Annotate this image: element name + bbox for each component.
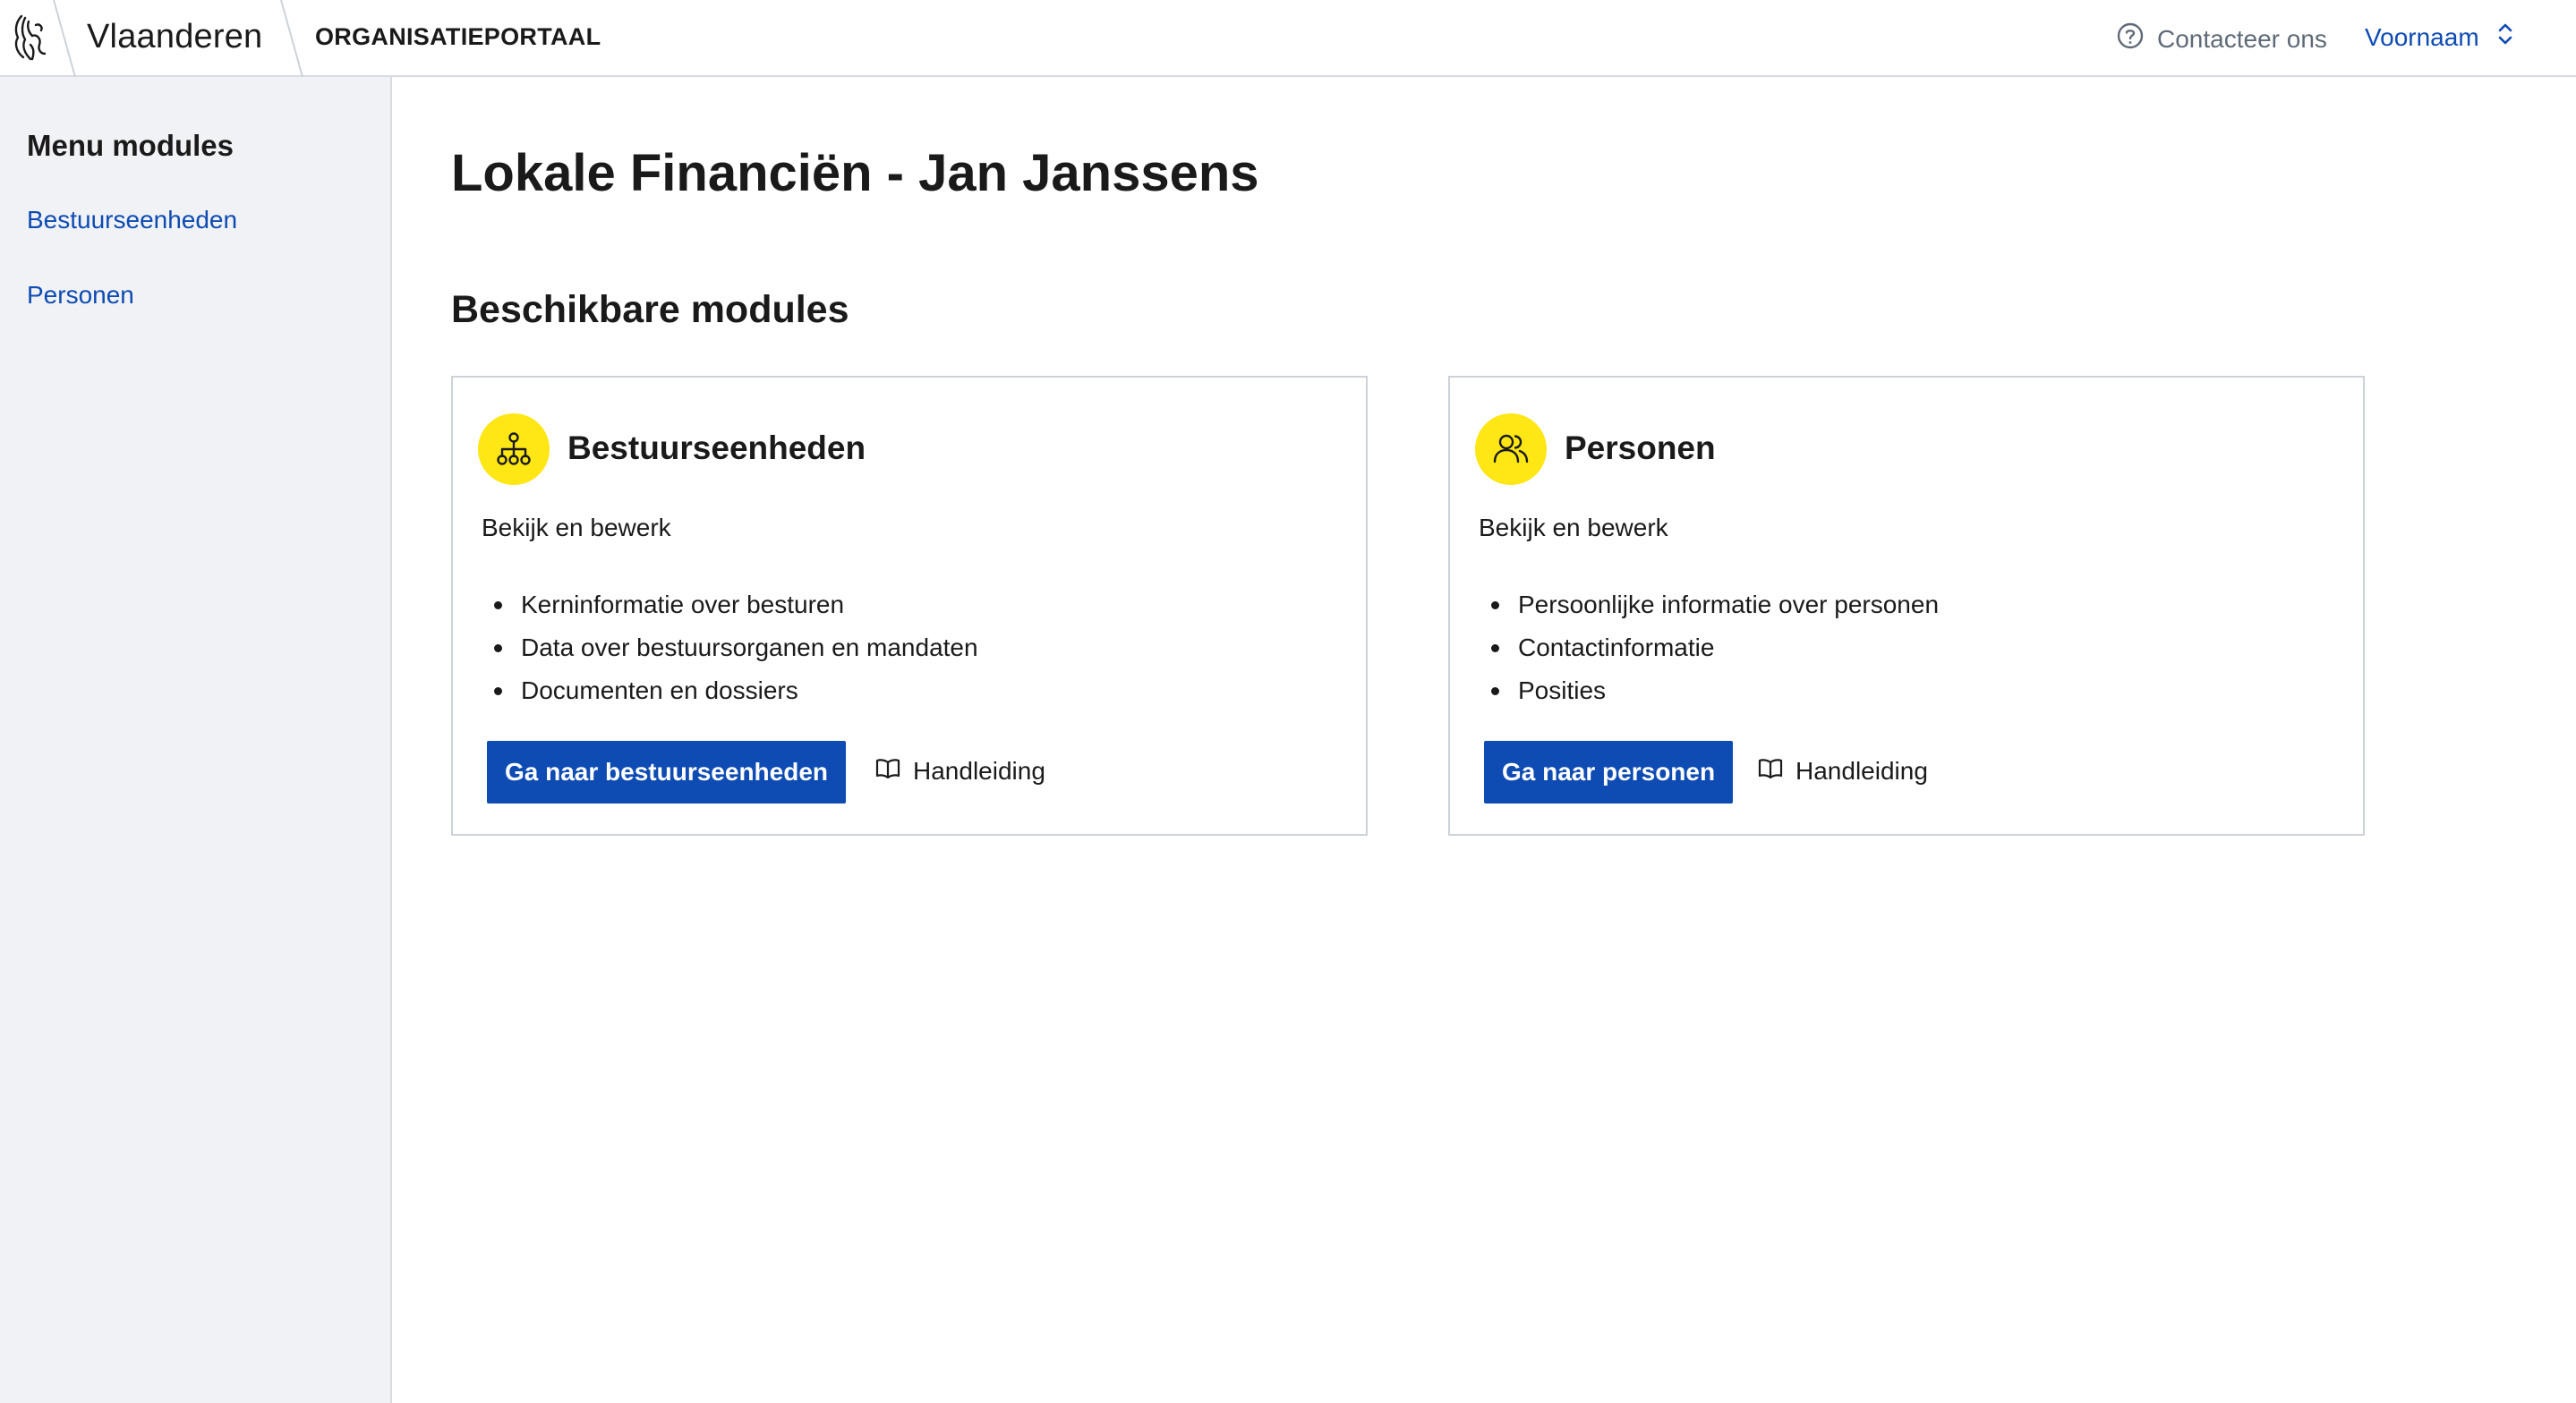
user-name: Voornaam — [2365, 22, 2479, 51]
help-circle-icon — [2116, 21, 2145, 56]
users-icon — [1475, 413, 1547, 485]
list-item: Contactinformatie — [1479, 626, 1939, 669]
module-card-personen: Personen Bekijk en bewerk Persoonlijke i… — [1448, 376, 2365, 836]
card-subtitle: Bekijk en bewerk — [482, 514, 671, 541]
sidebar-item-personen[interactable]: Personen — [27, 281, 134, 310]
card-title: Personen — [1565, 429, 1716, 466]
header-divider — [52, 0, 77, 77]
page-title: Lokale Financiën - Jan Janssens — [451, 144, 1259, 202]
list-item: Documenten en dossiers — [482, 669, 978, 712]
feature-list: Kerninformatie over besturen Data over b… — [482, 583, 978, 712]
header-divider — [279, 0, 304, 77]
sidebar-item-bestuurseenheden[interactable]: Bestuurseenheden — [27, 206, 237, 234]
contact-link[interactable]: Contacteer ons — [2116, 21, 2327, 56]
list-item: Persoonlijke informatie over personen — [1479, 583, 1939, 626]
chevron-up-down-icon — [2497, 21, 2513, 53]
module-card-bestuurseenheden: Bestuurseenheden Bekijk en bewerk Kernin… — [451, 376, 1368, 836]
list-item: Posities — [1479, 669, 1939, 712]
list-item: Kerninformatie over besturen — [482, 583, 978, 626]
contact-label: Contacteer ons — [2157, 24, 2327, 53]
manual-link[interactable]: Handleiding — [875, 757, 1045, 786]
manual-link[interactable]: Handleiding — [1758, 757, 1928, 786]
brand-name[interactable]: Vlaanderen — [87, 18, 262, 56]
flemish-lion-logo-icon[interactable] — [9, 9, 57, 66]
sidebar: Menu modules Bestuurseenheden Personen — [0, 77, 392, 1403]
sidebar-title: Menu modules — [27, 129, 235, 162]
card-subtitle: Bekijk en bewerk — [1479, 514, 1668, 541]
go-to-bestuurseenheden-button[interactable]: Ga naar bestuurseenheden — [487, 741, 847, 804]
list-item: Data over bestuursorganen en mandaten — [482, 626, 978, 669]
top-header: Vlaanderen ORGANISATIEPORTAAL Contacteer… — [0, 0, 2576, 77]
book-open-icon — [1758, 757, 1783, 786]
user-menu[interactable]: Voornaam — [2365, 21, 2513, 53]
book-open-icon — [875, 757, 900, 786]
portal-name[interactable]: ORGANISATIEPORTAAL — [315, 23, 601, 51]
card-title: Bestuurseenheden — [567, 429, 866, 466]
manual-label: Handleiding — [913, 757, 1045, 785]
org-chart-icon — [478, 413, 550, 485]
go-to-personen-button[interactable]: Ga naar personen — [1484, 741, 1734, 804]
section-title: Beschikbare modules — [451, 288, 849, 331]
manual-label: Handleiding — [1796, 757, 1928, 785]
feature-list: Persoonlijke informatie over personen Co… — [1479, 583, 1939, 712]
